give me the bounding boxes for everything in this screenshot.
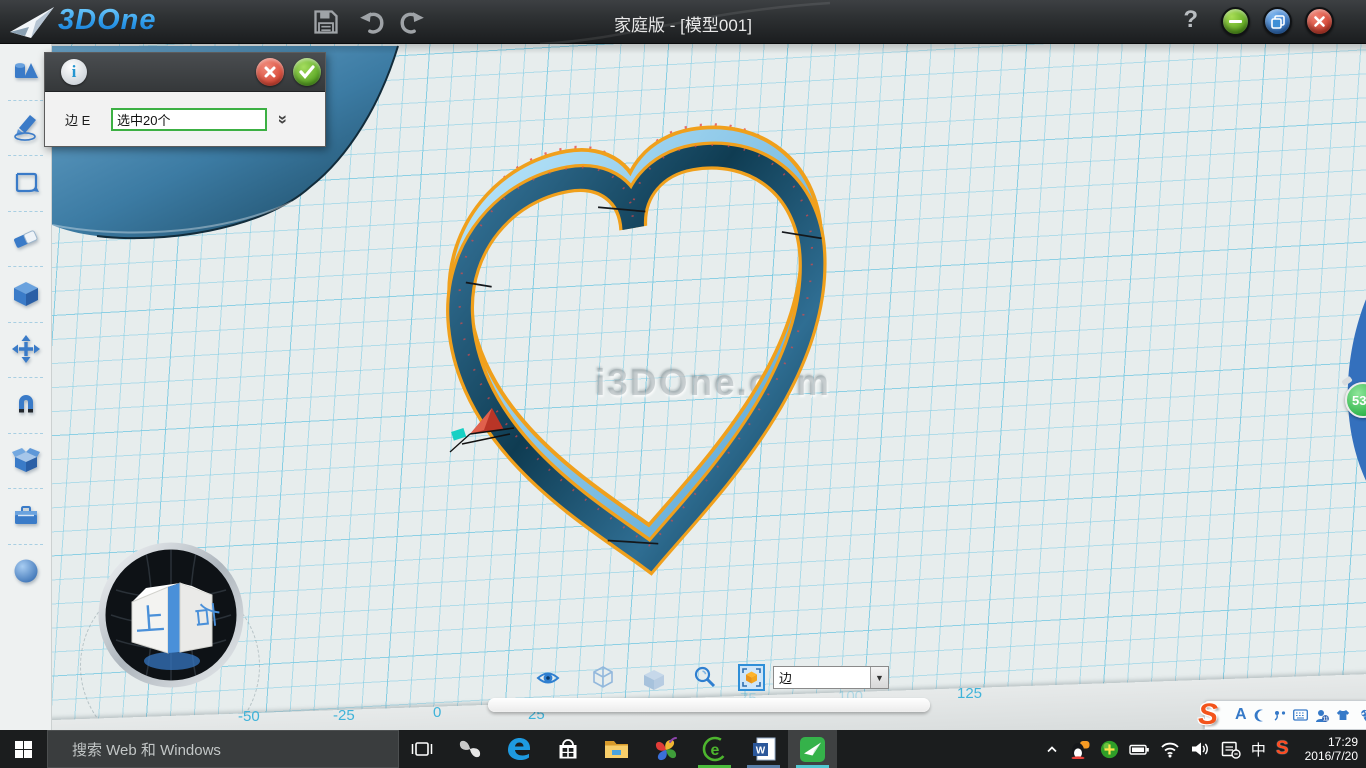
3done-taskbar-icon (799, 736, 826, 763)
taskbar-app-pinwheel[interactable] (445, 730, 494, 768)
magnet-icon (11, 390, 41, 420)
title-bar: 3DOne 家庭版 - [模型001] ? (0, 0, 1366, 44)
wireframe-cube-icon[interactable] (592, 665, 614, 689)
dialog-expand-icon[interactable]: » (275, 115, 292, 124)
edge-selection-dialog: i 边 E » (44, 52, 326, 147)
sketch-shape-tool[interactable] (0, 155, 51, 211)
special-features-tool[interactable] (0, 433, 51, 489)
taskbar-app-word[interactable]: W (739, 730, 788, 768)
taskbar-app-edge[interactable] (494, 730, 543, 768)
pinwheel-icon (457, 736, 483, 762)
ime-english-mode-icon[interactable]: A (1235, 706, 1247, 724)
visibility-eye-icon[interactable] (536, 668, 560, 688)
system-tray: 中 S 17:29 2016/7/20 (1044, 730, 1366, 768)
tray-action-center-icon[interactable] (1220, 740, 1241, 759)
svg-text:e: e (710, 742, 719, 759)
tray-time: 17:29 (1305, 735, 1358, 749)
viewcube-top-label: 上 (134, 603, 166, 638)
drag-arrow-manipulator[interactable] (440, 400, 520, 464)
green-e-browser-icon: e (702, 736, 728, 762)
taskbar-app-360-browser[interactable] (641, 730, 690, 768)
zoom-magnifier-icon[interactable] (693, 665, 717, 689)
ime-account-icon[interactable]: 11 (1315, 709, 1329, 722)
toolbox-tool[interactable] (0, 488, 51, 544)
help-button[interactable]: ? (1183, 6, 1198, 34)
dialog-header[interactable]: i (45, 53, 325, 92)
eraser-tool[interactable] (0, 211, 51, 267)
magnet-snap-tool[interactable] (0, 377, 51, 433)
filter-type-dropdown[interactable]: 边 ▼ (773, 666, 889, 689)
sogou-ime-bar: S A 11 (1204, 700, 1366, 730)
solid-cube-tool[interactable] (0, 266, 51, 322)
axis-label: -50 (238, 708, 260, 725)
tray-sogou-icon[interactable]: S (1276, 738, 1289, 760)
axis-label: 125 (957, 685, 982, 702)
taskbar-app-store[interactable] (543, 730, 592, 768)
primitives-icon (11, 57, 41, 87)
selection-filter-icon[interactable] (738, 664, 765, 691)
viewcube-right-label: 右 (191, 601, 224, 630)
document-title: 家庭版 - [模型001] (0, 11, 1366, 36)
task-view-button[interactable] (399, 730, 445, 768)
ime-skin-shirt-icon[interactable] (1336, 709, 1350, 721)
edge-field-label: 边 E (55, 110, 111, 129)
start-button[interactable] (0, 730, 47, 768)
view-cube[interactable]: 上 右 (96, 540, 246, 690)
task-view-icon (410, 739, 434, 760)
tray-chevron-up-icon[interactable] (1044, 742, 1060, 756)
edge-icon (506, 736, 532, 762)
minimize-button[interactable] (1221, 7, 1250, 36)
taskbar-search-box[interactable]: 搜索 Web 和 Windows (47, 730, 399, 768)
axis-label: 0 (433, 704, 441, 721)
search-placeholder: 搜索 Web 和 Windows (48, 739, 221, 760)
windows-logo-icon (15, 741, 32, 758)
move-arrows-icon (11, 334, 41, 364)
filter-dropdown-value: 边 (774, 668, 870, 687)
tray-wifi-icon[interactable] (1160, 741, 1180, 758)
svg-text:W: W (755, 746, 765, 757)
windows-taskbar: 搜索 Web 和 Windows (0, 730, 1366, 768)
restore-button[interactable] (1263, 7, 1292, 36)
svg-text:11: 11 (1322, 716, 1328, 721)
tray-clock[interactable]: 17:29 2016/7/20 (1299, 735, 1358, 763)
sogou-logo-icon[interactable]: S (1191, 698, 1225, 732)
move-tool[interactable] (0, 322, 51, 378)
info-icon: i (61, 59, 87, 85)
tray-qq-icon[interactable] (1070, 740, 1090, 759)
eraser-icon (11, 223, 41, 253)
ime-settings-wrench-icon[interactable] (1357, 709, 1366, 722)
sketch-pencil-icon (11, 112, 41, 142)
ime-soft-keyboard-icon[interactable] (1293, 709, 1308, 721)
taskbar-app-360-speed-browser[interactable]: e (690, 730, 739, 768)
dropdown-arrow-icon[interactable]: ▼ (870, 667, 888, 688)
sketch-shape-icon (11, 168, 41, 198)
word-icon: W (751, 736, 777, 762)
edge-selection-input[interactable] (111, 108, 267, 131)
store-icon (555, 736, 581, 762)
material-render-tool[interactable] (0, 544, 51, 600)
axis-label: -25 (333, 707, 355, 724)
taskbar-app-file-explorer[interactable] (592, 730, 641, 768)
tray-volume-icon[interactable] (1190, 740, 1210, 758)
tray-date: 2016/7/20 (1305, 749, 1358, 763)
folder-icon (603, 737, 630, 761)
heart-model[interactable] (425, 118, 855, 591)
solid-cube-icon (11, 279, 41, 309)
colorful-pinwheel-icon (653, 736, 679, 762)
material-sphere-icon (11, 556, 41, 586)
tray-battery-icon[interactable] (1129, 740, 1150, 759)
toolbox-icon (11, 501, 41, 531)
taskbar-app-3done[interactable] (788, 730, 837, 768)
ime-punctuation-icon[interactable] (1274, 709, 1286, 722)
horizontal-scrollbar[interactable] (488, 698, 930, 712)
tray-ime-indicator[interactable]: 中 (1251, 739, 1266, 760)
dialog-confirm-button[interactable] (293, 58, 321, 86)
open-box-icon (11, 445, 41, 475)
tray-360-ball-icon[interactable] (1100, 740, 1119, 759)
close-button[interactable] (1305, 7, 1334, 36)
shaded-cube-icon[interactable] (643, 669, 665, 691)
ime-halfwidth-moon-icon[interactable] (1254, 709, 1267, 722)
dialog-cancel-button[interactable] (256, 58, 284, 86)
desktop-screen: i3DOne.com (0, 0, 1366, 768)
